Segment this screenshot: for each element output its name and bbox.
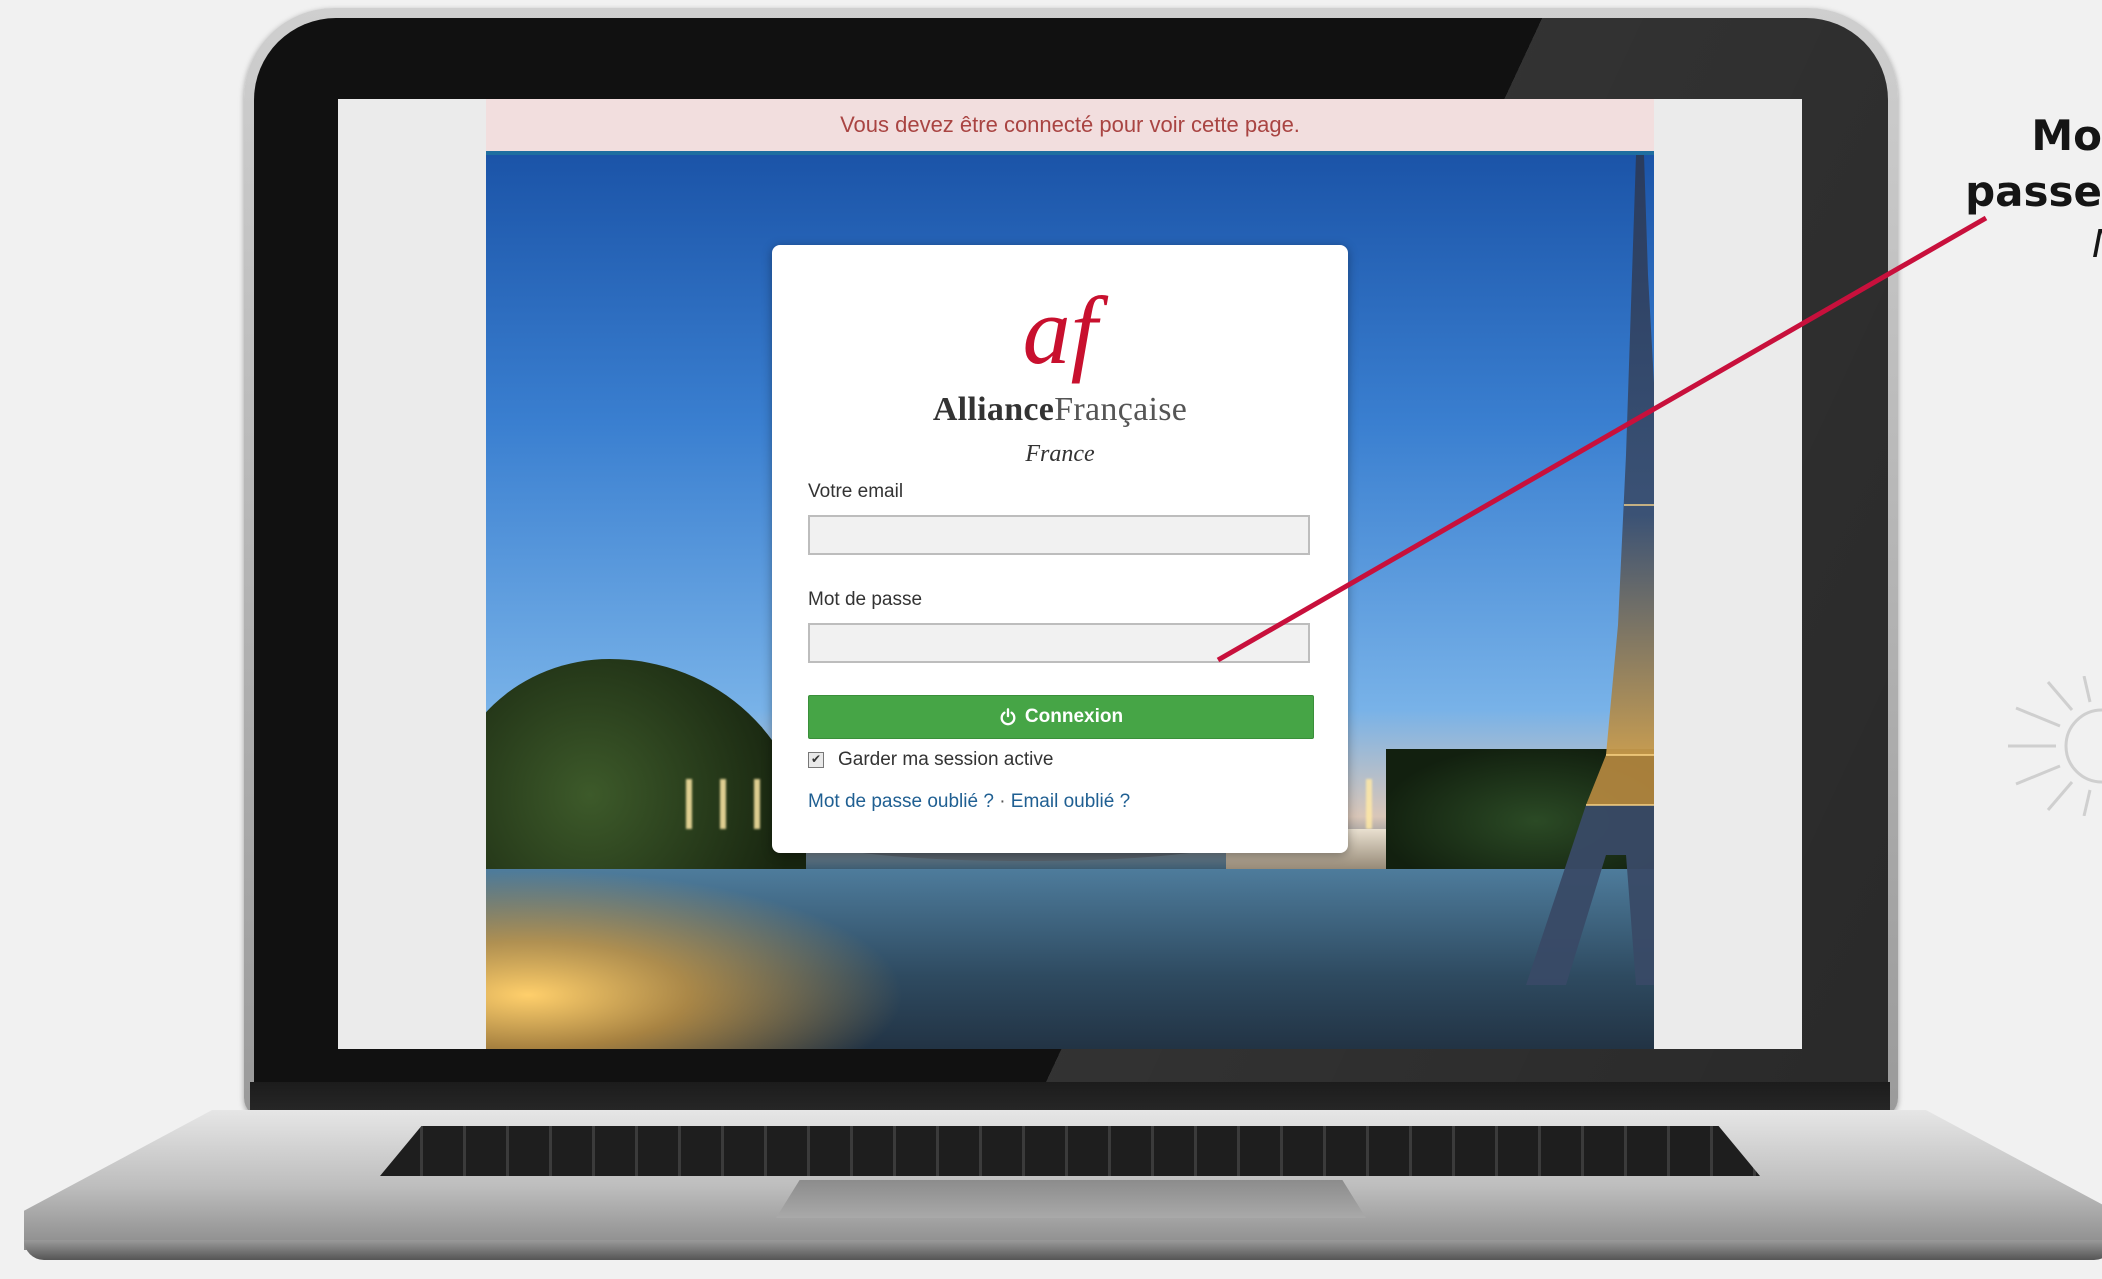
logo-mark-text: af — [1023, 277, 1109, 384]
power-icon — [1000, 708, 1016, 726]
email-field[interactable] — [808, 515, 1310, 555]
password-field[interactable] — [808, 623, 1310, 663]
light-trails — [486, 869, 906, 1049]
link-separator: · — [999, 791, 1006, 812]
alliance-francaise-logo-mark: af — [1023, 277, 1109, 384]
annotation-title: Mo passe — [1965, 108, 2102, 220]
annotation-subtitle: M — [2092, 222, 2102, 266]
eiffel-tower — [1526, 155, 1654, 985]
logo-name-light: Française — [1054, 391, 1188, 428]
sun-icon — [2008, 676, 2102, 816]
logo-wordmark: AllianceFrançaise — [772, 391, 1348, 429]
laptop-keyboard — [380, 1126, 1760, 1176]
laptop-base-edge — [24, 1240, 2102, 1260]
remember-session-label: Garder ma session active — [838, 749, 1054, 770]
email-label: Votre email — [808, 481, 904, 502]
remember-session-checkbox[interactable]: ✔ — [808, 752, 824, 768]
annotation-line-2: passe — [1965, 167, 2102, 216]
forgot-email-link[interactable]: Email oublié ? — [1011, 791, 1130, 812]
logo-name-bold: Alliance — [932, 391, 1055, 428]
connexion-button[interactable]: Connexion — [808, 695, 1314, 739]
recovery-links: Mot de passe oublié ? · Email oublié ? — [808, 791, 1130, 813]
laptop-trackpad — [776, 1180, 1366, 1218]
login-card: af AllianceFrançaise France Votre email … — [772, 245, 1348, 853]
connexion-button-label: Connexion — [1024, 706, 1124, 727]
forgot-password-link[interactable]: Mot de passe oublié ? — [808, 791, 994, 812]
password-label: Mot de passe — [808, 589, 923, 610]
annotation-line-1: Mo — [2031, 111, 2102, 160]
login-required-alert: Vous devez être connecté pour voir cette… — [486, 99, 1654, 155]
remember-session-row: ✔ Garder ma session active — [808, 749, 1053, 771]
logo-subtitle: France — [1025, 441, 1095, 467]
laptop-screen: Vous devez être connecté pour voir cette… — [338, 99, 1802, 1049]
login-page: Vous devez être connecté pour voir cette… — [486, 99, 1654, 1049]
